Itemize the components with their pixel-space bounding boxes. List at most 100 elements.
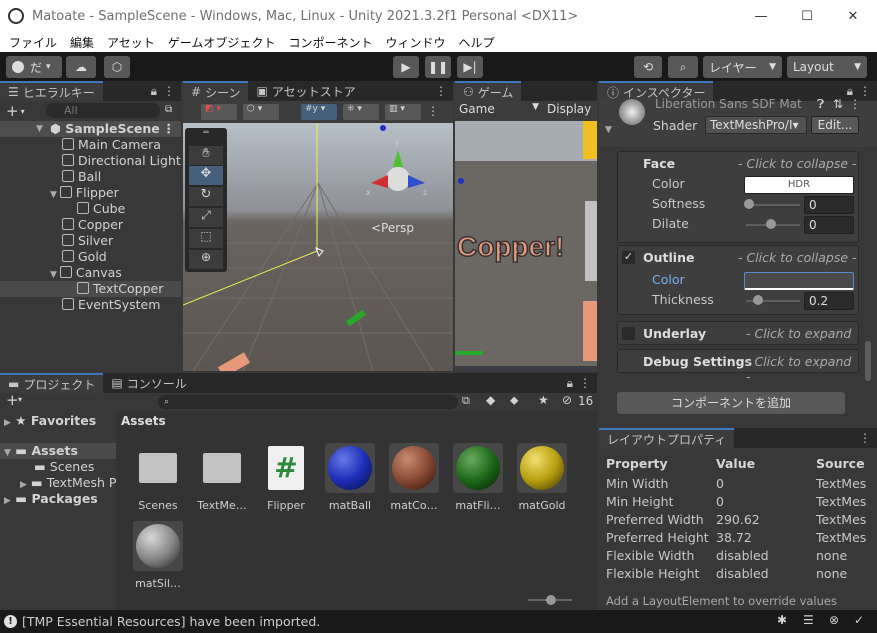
persp-label[interactable]: <Persp [371, 221, 414, 235]
asset-item[interactable]: matCo… [384, 443, 444, 512]
search-options-icon[interactable]: ⧉ [462, 394, 470, 408]
bug-icon[interactable]: ✱ [777, 613, 787, 627]
settings-icon[interactable]: ⇅ [833, 97, 843, 111]
face-color-field[interactable]: HDR [744, 176, 854, 194]
softness-input[interactable]: 0 [804, 196, 854, 214]
move-tool-button[interactable]: ✥ [189, 166, 223, 185]
scale-tool-button[interactable]: ⤢ [189, 208, 223, 227]
hierarchy-item-main-camera[interactable]: Main Camera [62, 137, 161, 153]
outline-title[interactable]: Outline [643, 250, 694, 265]
filter-type-icon[interactable]: ◆ [486, 393, 495, 407]
face-title[interactable]: Face [643, 156, 675, 171]
menu-window[interactable]: ウィンドウ [385, 34, 445, 51]
scene-root[interactable]: ▼ ⬢ SampleScene ⋮ [0, 121, 181, 137]
thumbnail-size-knob[interactable] [546, 595, 556, 605]
rotate-tool-button[interactable]: ↻ [189, 187, 223, 206]
asset-item[interactable]: matBall [320, 443, 380, 512]
play-button[interactable]: ▶ [393, 56, 419, 78]
tab-layout-properties[interactable]: レイアウトプロパティ [599, 428, 735, 448]
face-hint[interactable]: - Click to collapse - [738, 156, 857, 171]
hierarchy-item-canvas[interactable]: ▼ Canvas [50, 265, 122, 281]
close-button[interactable]: ✕ [830, 0, 876, 32]
softness-slider-knob[interactable] [744, 199, 754, 209]
hierarchy-item-cube[interactable]: Cube [77, 201, 125, 217]
asset-item[interactable]: Scenes [128, 443, 188, 512]
menu-component[interactable]: コンポーネント [288, 34, 372, 51]
menu-help[interactable]: ヘルプ [458, 34, 494, 51]
menu-assets[interactable]: アセット [107, 34, 155, 51]
step-button[interactable]: ▶| [457, 56, 483, 78]
kebab-menu-icon[interactable]: ⋮ [579, 376, 591, 390]
collapse-arrow-icon[interactable]: ▼ [605, 125, 612, 135]
rect-tool-button[interactable]: ⬚ [189, 229, 223, 248]
debug-hint[interactable]: - Click to expand - [746, 354, 858, 384]
status-message[interactable]: [TMP Essential Resources] have been impo… [22, 614, 320, 629]
underlay-checkbox[interactable] [622, 327, 635, 340]
lock-icon[interactable]: 🔒︎ [567, 376, 573, 391]
asset-item[interactable]: # Flipper [256, 443, 316, 512]
game-viewport[interactable]: Copper! [455, 121, 597, 371]
hierarchy-item-directional-light[interactable]: Directional Light [62, 153, 181, 169]
dilate-input[interactable]: 0 [804, 216, 854, 234]
asset-item[interactable]: matGold [512, 443, 572, 512]
increment-snap-dropdown[interactable]: ▥ ▾ [385, 104, 421, 120]
outline-checkbox[interactable]: ✓ [622, 251, 635, 264]
minimize-button[interactable]: — [738, 0, 784, 32]
filter-label-icon[interactable]: ⬥ [510, 393, 518, 408]
check-icon[interactable]: ✓ [854, 613, 864, 627]
tab-game[interactable]: ⚇ ゲーム [455, 81, 522, 101]
add-icon[interactable]: + [6, 391, 19, 409]
asset-item[interactable]: matFli… [448, 443, 508, 512]
hierarchy-item-flipper[interactable]: ▼ Flipper [50, 185, 119, 201]
snap-dropdown[interactable]: ⁜ ▾ [343, 104, 379, 120]
kebab-menu-icon[interactable]: ⋮ [163, 121, 176, 137]
shading-dropdown[interactable]: ⬡ ▾ [243, 104, 279, 120]
hierarchy-item-silver[interactable]: Silver [62, 233, 113, 249]
history-button[interactable]: ⟲ [634, 56, 662, 78]
kebab-menu-icon[interactable]: ⋮ [849, 97, 861, 111]
tab-scene[interactable]: # シーン [183, 81, 249, 101]
underlay-title[interactable]: Underlay [643, 326, 706, 341]
help-icon[interactable]: ❓︎ [817, 97, 824, 112]
menu-edit[interactable]: 編集 [70, 34, 94, 51]
hidden-count-icon[interactable]: ⊘ [562, 393, 572, 407]
kebab-menu-icon[interactable]: ⋮ [163, 84, 175, 98]
tab-asset-store[interactable]: ▣ アセットストア [248, 81, 363, 101]
cache-icon[interactable]: ⊗ [829, 613, 839, 627]
search-options-icon[interactable]: ⧉ [165, 104, 172, 115]
hierarchy-item-ball[interactable]: Ball [62, 169, 101, 185]
dilate-slider-knob[interactable] [766, 219, 776, 229]
kebab-menu-icon[interactable]: ⋮ [859, 431, 871, 445]
kebab-menu-icon[interactable]: ⋮ [427, 104, 439, 118]
cloud-button[interactable]: ☁ [66, 56, 96, 78]
tree-scenes[interactable]: ▬ Scenes [34, 459, 94, 475]
ball-object[interactable] [380, 125, 386, 131]
hand-tool-button[interactable]: ✋︎ [189, 146, 223, 165]
draw-mode-dropdown[interactable]: ◩ ▾ [201, 104, 237, 120]
debug-title[interactable]: Debug Settings [643, 354, 752, 369]
add-icon[interactable]: + [6, 102, 19, 120]
tree-favorites[interactable]: ▶ ★ Favorites [4, 413, 96, 429]
thickness-input[interactable]: 0.2 [804, 292, 854, 310]
tab-project[interactable]: ▬ プロジェクト [0, 373, 104, 393]
layers-dropdown[interactable]: レイヤー ▼ [703, 56, 782, 78]
account-button[interactable]: だ ▾ [6, 56, 62, 78]
shader-dropdown[interactable]: TextMeshPro/I▾ [705, 116, 807, 134]
kebab-menu-icon[interactable]: ⋮ [859, 84, 871, 98]
tab-hierarchy[interactable]: ☰ ヒエラルキー [0, 81, 103, 101]
collab-button[interactable]: ⬡ [104, 56, 130, 78]
project-search-input[interactable]: ⌕ [158, 395, 458, 409]
transform-tool-button[interactable]: ⊕ [189, 250, 223, 269]
outline-color-field[interactable] [744, 272, 854, 290]
hierarchy-item-eventsystem[interactable]: EventSystem [62, 297, 160, 313]
game-view-dropdown[interactable]: Game ▼ [457, 102, 543, 120]
lock-icon[interactable]: 🔒︎ [151, 84, 157, 99]
menu-file[interactable]: ファイル [9, 34, 57, 51]
display-dropdown[interactable]: Display [547, 102, 591, 120]
tab-console[interactable]: ▤ コンソール [103, 373, 194, 393]
kebab-menu-icon[interactable]: ⋮ [435, 84, 447, 98]
search-button[interactable]: ⌕ [668, 56, 698, 78]
hierarchy-item-gold[interactable]: Gold [62, 249, 107, 265]
asset-item[interactable]: matSil… [128, 521, 188, 590]
hierarchy-search-input[interactable]: All [46, 103, 160, 118]
